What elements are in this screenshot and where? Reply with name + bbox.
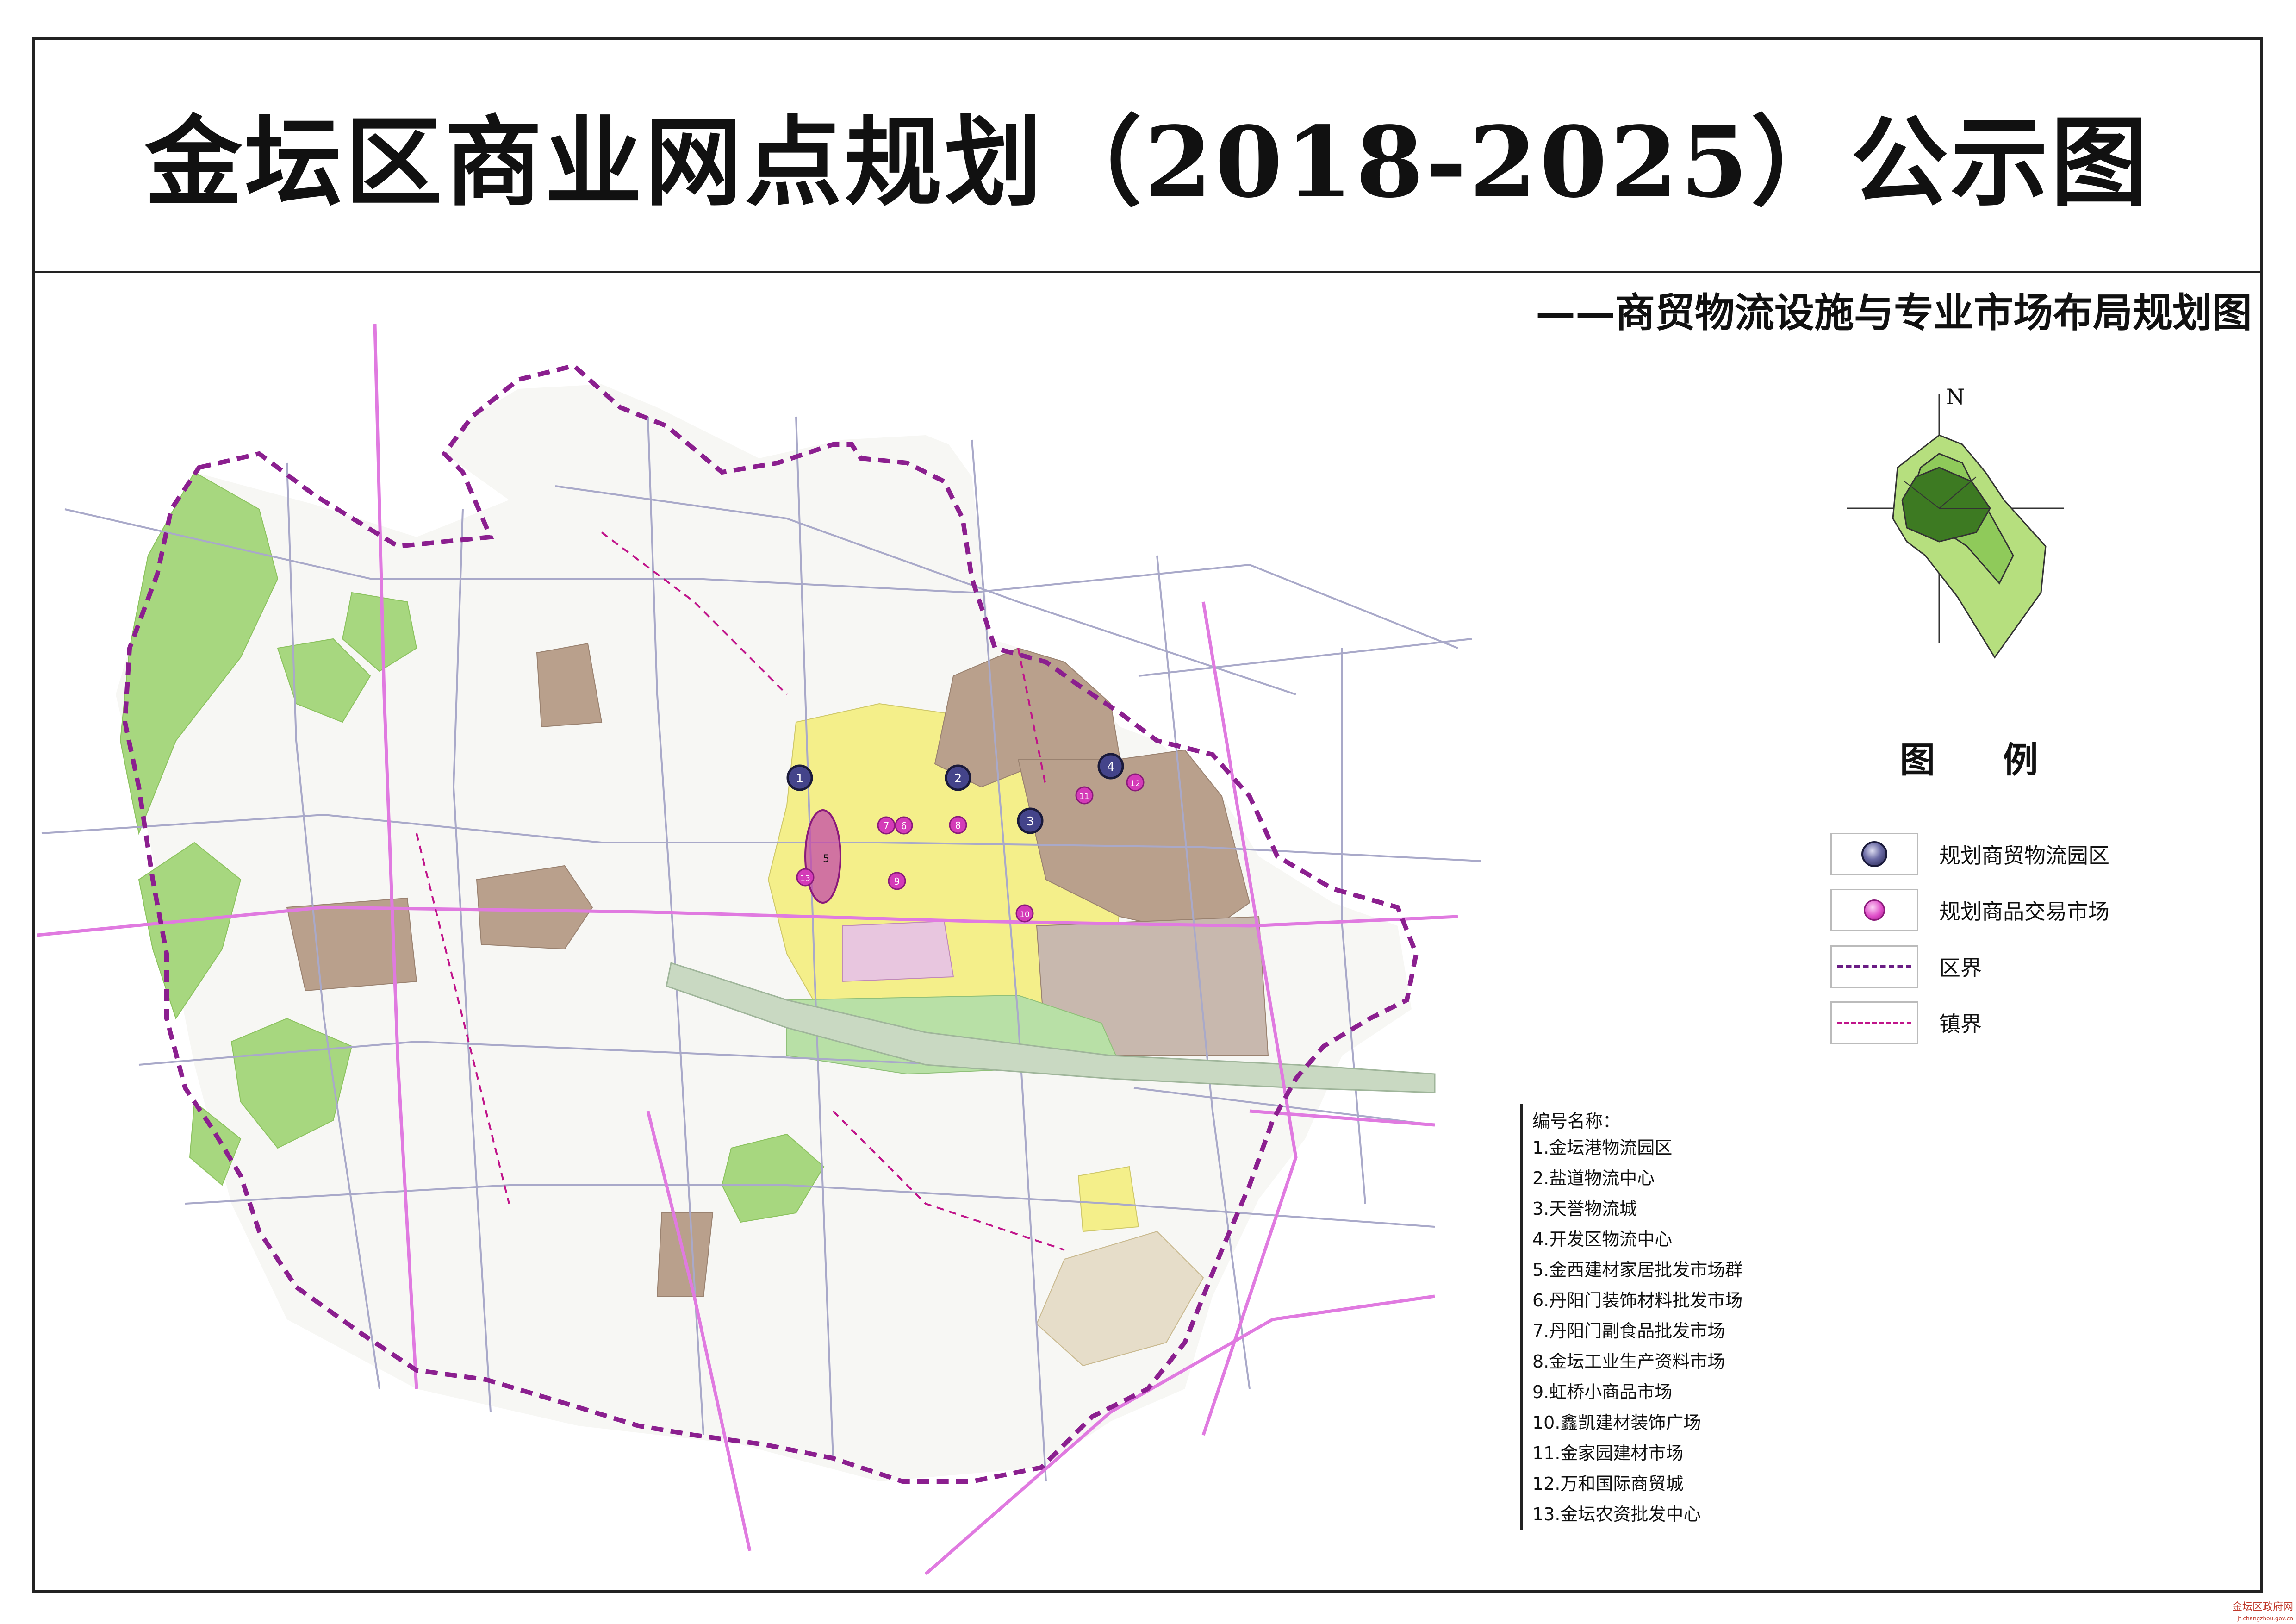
names-list-header: 编号名称：: [1532, 1111, 1621, 1131]
park-marker-1[interactable]: 1: [786, 764, 813, 791]
park-marker-4[interactable]: 4: [1097, 753, 1124, 780]
list-item: 2.盐道物流中心: [1532, 1168, 1655, 1188]
market-marker-11[interactable]: 11: [1075, 786, 1094, 805]
market-icon: [1830, 889, 1918, 931]
market-marker-6-label: 6: [901, 820, 907, 831]
logistics-park-icon: [1830, 833, 1918, 875]
market-marker-13-label: 13: [800, 874, 810, 883]
market-marker-13[interactable]: 13: [796, 868, 815, 887]
market-marker-7[interactable]: 7: [877, 816, 896, 835]
park-marker-3-label: 3: [1027, 815, 1034, 829]
legend-label: 规划商贸物流园区: [1939, 843, 2109, 868]
market-marker-11-label: 11: [1079, 792, 1089, 801]
list-item: 10.鑫凯建材装饰广场: [1532, 1412, 1701, 1433]
list-item: 8.金坛工业生产资料市场: [1532, 1351, 1725, 1372]
town-boundary-line-icon: [1830, 1001, 1918, 1044]
market-marker-5-label: 5: [823, 853, 829, 865]
list-item: 6.丹阳门装饰材料批发市场: [1532, 1290, 1743, 1311]
list-item: 7.丹阳门副食品批发市场: [1532, 1321, 1725, 1341]
watermark: 金坛区政府网 jt.changzhou.gov.cn: [2232, 1602, 2293, 1624]
legend-label: 镇界: [1939, 1012, 1982, 1037]
list-item: 5.金西建材家居批发市场群: [1532, 1260, 1743, 1280]
park-marker-2[interactable]: 2: [945, 764, 971, 791]
legend-label: 规划商品交易市场: [1939, 899, 2109, 924]
market-marker-9[interactable]: 9: [888, 872, 906, 890]
market-marker-12[interactable]: 12: [1126, 773, 1145, 792]
legend-item-market: 规划商品交易市场: [1830, 887, 2109, 933]
compass-rose-icon: [1847, 394, 2064, 659]
map-canvas[interactable]: 1 2 3 4 5 6 7 8 9 10 11 12 13: [0, 0, 2296, 1624]
market-marker-10[interactable]: 10: [1015, 904, 1034, 923]
watermark-line2: jt.changzhou.gov.cn: [2237, 1615, 2293, 1622]
park-marker-2-label: 2: [954, 772, 962, 786]
list-item: 1.金坛港物流园区: [1532, 1137, 1673, 1158]
market-marker-5[interactable]: 5: [823, 853, 829, 865]
market-marker-8-label: 8: [955, 820, 961, 831]
legend-item-logistics-park: 规划商贸物流园区: [1830, 831, 2109, 877]
numbered-names-list: 编号名称： 1.金坛港物流园区 2.盐道物流中心 3.天誉物流城 4.开发区物流…: [1520, 1104, 1856, 1530]
list-item: 3.天誉物流城: [1532, 1199, 1637, 1219]
market-marker-6[interactable]: 6: [895, 816, 913, 835]
list-item: 11.金家园建材市场: [1532, 1443, 1684, 1463]
watermark-line1: 金坛区政府网: [2232, 1601, 2293, 1613]
list-item: 9.虹桥小商品市场: [1532, 1382, 1673, 1402]
district-boundary-line-icon: [1830, 945, 1918, 988]
legend-title: 图 例: [1900, 739, 2066, 781]
market-marker-9-label: 9: [894, 876, 900, 887]
list-item: 4.开发区物流中心: [1532, 1229, 1673, 1249]
market-marker-7-label: 7: [884, 820, 890, 831]
market-marker-12-label: 12: [1130, 779, 1140, 788]
park-marker-4-label: 4: [1107, 760, 1115, 774]
legend-label: 区界: [1939, 956, 1982, 981]
park-marker-3[interactable]: 3: [1017, 807, 1044, 834]
market-marker-10-label: 10: [1020, 910, 1030, 919]
legend-item-district-boundary: 区界: [1830, 943, 1982, 990]
market-marker-8[interactable]: 8: [949, 816, 967, 834]
list-item: 13.金坛农资批发中心: [1532, 1504, 1701, 1524]
compass-north-label: N: [1946, 384, 1965, 409]
park-marker-1-label: 1: [796, 772, 804, 786]
legend-item-town-boundary: 镇界: [1830, 999, 1982, 1046]
list-item: 12.万和国际商贸城: [1532, 1474, 1684, 1494]
